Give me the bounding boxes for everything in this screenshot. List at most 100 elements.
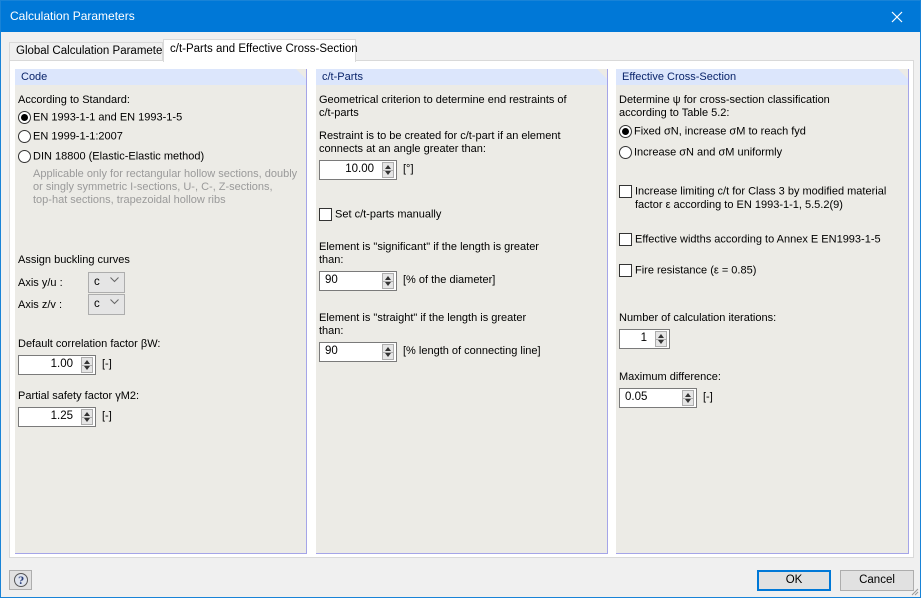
significant-unit: [% of the diameter] [403, 274, 496, 286]
tab-global-calculation-parameters[interactable]: Global Calculation Parameters [9, 42, 172, 61]
din-note-line: or singly symmetric I-sections, U-, C-, … [33, 181, 273, 193]
straight-unit: [% length of connecting line] [403, 345, 541, 357]
radio-button[interactable] [18, 130, 31, 143]
spinner-arrows[interactable] [382, 344, 394, 360]
checkbox[interactable] [319, 208, 332, 221]
straight-value: 90 [325, 345, 338, 357]
axis-yu-value: c [94, 276, 100, 288]
window-title: Calculation Parameters [10, 9, 135, 23]
code-panel: Code According to Standard: EN 1993-1-1 … [15, 69, 307, 554]
spinner-arrows[interactable] [655, 331, 667, 347]
cancel-button[interactable]: Cancel [840, 570, 914, 591]
straight-spinner[interactable]: 90 [319, 342, 397, 362]
psi-text: according to Table 5.2: [619, 107, 730, 119]
angle-spinner[interactable]: 10.00 [319, 160, 397, 180]
significant-spinner[interactable]: 90 [319, 271, 397, 291]
restraint-text: Restraint is to be created for c/t-part … [319, 130, 561, 142]
axis-yu-dropdown[interactable]: c [88, 272, 125, 293]
title-bar: Calculation Parameters [1, 1, 920, 32]
iterations-value: 1 [640, 332, 647, 344]
effective-widths-checkbox[interactable]: Effective widths according to Annex E EN… [619, 233, 881, 246]
code-panel-header: Code [15, 69, 306, 85]
ct-parts-panel: c/t-Parts Geometrical criterion to deter… [316, 69, 608, 554]
checkbox[interactable] [619, 264, 632, 277]
max-difference-unit: [-] [703, 391, 713, 403]
spinner-arrows[interactable] [382, 273, 394, 289]
radio-en1993[interactable]: EN 1993-1-1 and EN 1993-1-5 [18, 111, 182, 124]
radio-button-selected[interactable] [619, 125, 632, 138]
straight-text: than: [319, 325, 344, 337]
correlation-factor-unit: [-] [102, 358, 112, 370]
safety-factor-spinner[interactable]: 1.25 [18, 407, 96, 427]
iterations-spinner[interactable]: 1 [619, 329, 670, 349]
fire-resistance-checkbox[interactable]: Fire resistance (ε = 0.85) [619, 264, 756, 277]
significant-text: Element is "significant" if the length i… [319, 241, 539, 253]
tab-page: Code According to Standard: EN 1993-1-1 … [9, 60, 914, 558]
standard-label: According to Standard: [18, 94, 130, 106]
svg-text:?: ? [18, 576, 24, 587]
increase-limiting-ct-text: factor ε according to EN 1993-1-1, 5.5.2… [635, 199, 843, 211]
checkbox[interactable] [619, 233, 632, 246]
axis-zv-dropdown[interactable]: c [88, 294, 125, 315]
calculation-parameters-dialog: Calculation Parameters Global Calculatio… [0, 0, 921, 598]
checkbox-label: Effective widths according to Annex E EN… [635, 233, 881, 246]
tab-ct-parts-effective-cross-section[interactable]: c/t-Parts and Effective Cross-Section [163, 39, 358, 62]
radio-label: EN 1999-1-1:2007 [33, 130, 123, 143]
spinner-arrows[interactable] [682, 390, 694, 406]
radio-en1999[interactable]: EN 1999-1-1:2007 [18, 130, 123, 143]
safety-factor-label: Partial safety factor γM2: [18, 390, 140, 402]
ecs-panel-header: Effective Cross-Section [616, 69, 908, 85]
checkbox-label: Set c/t-parts manually [335, 208, 442, 221]
psi-text: Determine ψ for cross-section classifica… [619, 94, 830, 106]
effective-cross-section-panel: Effective Cross-Section Determine ψ for … [616, 69, 909, 554]
iterations-label: Number of calculation iterations: [619, 312, 777, 324]
correlation-factor-value: 1.00 [50, 358, 73, 370]
checkbox-label: Increase limiting c/t for Class 3 by mod… [635, 185, 887, 198]
axis-zv-label: Axis z/v : [18, 299, 63, 311]
max-difference-spinner[interactable]: 0.05 [619, 388, 697, 408]
angle-unit: [°] [403, 163, 414, 175]
max-difference-value: 0.05 [625, 391, 648, 403]
radio-increase-uniformly[interactable]: Increase σN and σM uniformly [619, 146, 782, 159]
restraint-text: connects at an angle greater than: [319, 143, 486, 155]
help-button[interactable]: ? [9, 570, 32, 590]
radio-label: DIN 18800 (Elastic-Elastic method) [33, 150, 205, 163]
increase-limiting-ct-checkbox[interactable]: Increase limiting c/t for Class 3 by mod… [619, 185, 886, 198]
safety-factor-value: 1.25 [50, 410, 73, 422]
geom-criterion-text: Geometrical criterion to determine end r… [319, 94, 567, 106]
din-note-line: top-hat sections, trapezoidal hollow rib… [33, 194, 226, 206]
radio-label: Increase σN and σM uniformly [634, 146, 783, 159]
angle-value: 10.00 [345, 163, 374, 175]
axis-zv-value: c [94, 298, 100, 310]
chevron-down-icon [110, 277, 119, 283]
set-ct-parts-manually-checkbox[interactable]: Set c/t-parts manually [319, 208, 441, 221]
buckling-curves-label: Assign buckling curves [18, 254, 130, 266]
radio-fixed-sigma-n[interactable]: Fixed σN, increase σM to reach fyd [619, 125, 806, 138]
ct-parts-panel-header: c/t-Parts [316, 69, 607, 85]
din-note-line: Applicable only for rectangular hollow s… [33, 168, 298, 180]
significant-value: 90 [325, 274, 338, 286]
radio-button-selected[interactable] [18, 111, 31, 124]
radio-din18800[interactable]: DIN 18800 (Elastic-Elastic method) [18, 150, 204, 163]
radio-label: Fixed σN, increase σM to reach fyd [634, 125, 806, 138]
checkbox[interactable] [619, 185, 632, 198]
correlation-factor-spinner[interactable]: 1.00 [18, 355, 96, 375]
radio-label: EN 1993-1-1 and EN 1993-1-5 [33, 111, 183, 124]
straight-text: Element is "straight" if the length is g… [319, 312, 527, 324]
spinner-arrows[interactable] [81, 357, 93, 373]
resize-grip-icon[interactable] [909, 586, 919, 596]
geom-criterion-text: c/t-parts [319, 107, 359, 119]
safety-factor-unit: [-] [102, 410, 112, 422]
close-button[interactable] [874, 1, 920, 32]
checkbox-label: Fire resistance (ε = 0.85) [635, 264, 757, 277]
chevron-down-icon [110, 299, 119, 305]
correlation-factor-label: Default correlation factor βW: [18, 338, 161, 350]
spinner-arrows[interactable] [81, 409, 93, 425]
max-difference-label: Maximum difference: [619, 371, 721, 383]
close-icon [891, 11, 903, 22]
radio-button[interactable] [18, 150, 31, 163]
axis-yu-label: Axis y/u : [18, 277, 63, 289]
ok-button[interactable]: OK [757, 570, 831, 591]
spinner-arrows[interactable] [382, 162, 394, 178]
radio-button[interactable] [619, 146, 632, 159]
